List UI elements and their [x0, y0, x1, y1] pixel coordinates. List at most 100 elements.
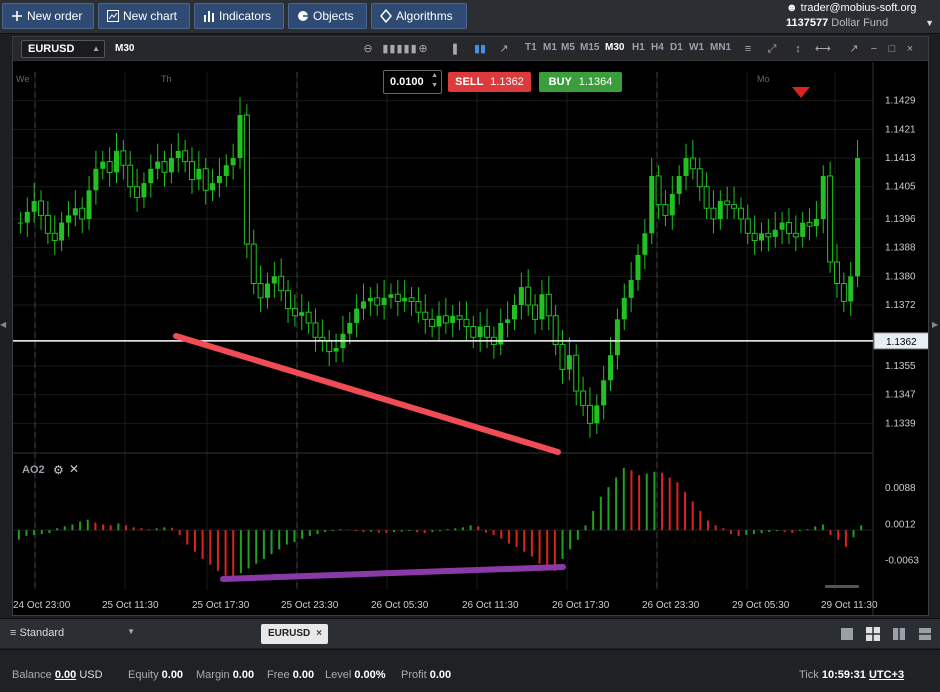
- gear-icon[interactable]: ⚙: [53, 463, 64, 477]
- zoom-out-icon[interactable]: ⊖: [362, 41, 374, 57]
- candle: [381, 279, 387, 320]
- timeframe-m15[interactable]: M15: [580, 42, 599, 53]
- account-info[interactable]: ☻ trader@mobius-soft.org 1137577 Dollar …: [786, 1, 936, 31]
- candle-body-down: [250, 243, 257, 285]
- candle-body-up: [216, 175, 222, 184]
- price-tick-label: 1.1380: [885, 271, 916, 282]
- candle: [148, 154, 154, 198]
- candle: [429, 308, 436, 338]
- close-tab-icon[interactable]: ×: [316, 624, 322, 644]
- left-panel-handle[interactable]: ◀: [0, 320, 8, 334]
- candle-body-up: [168, 158, 174, 173]
- candle: [374, 283, 381, 316]
- candle: [498, 308, 504, 356]
- layout-columns-icon[interactable]: [892, 627, 906, 641]
- volume-input[interactable]: 0.0100 ▲ ▼: [383, 70, 442, 94]
- new-order-label: New order: [27, 9, 83, 23]
- chart-area[interactable]: We Th Mo 1.1362 1.1429 1.1421 1.1413 1.1405 1.13…: [13, 62, 928, 615]
- close-indicator-icon[interactable]: ✕: [69, 462, 79, 476]
- candle: [827, 161, 834, 273]
- time-tick-label: 26 Oct 11:30: [462, 600, 519, 611]
- timeframe-m1[interactable]: M1: [543, 42, 557, 53]
- candle: [621, 283, 627, 331]
- candle-body-up: [271, 276, 277, 284]
- candle-body-up: [155, 161, 161, 169]
- timeframe-t1[interactable]: T1: [525, 42, 537, 53]
- workspace-name: Standard: [19, 627, 65, 639]
- time-tick-label: 25 Oct 17:30: [192, 600, 250, 611]
- margin: Margin 0.00: [196, 669, 254, 681]
- candle: [182, 140, 189, 173]
- candle: [305, 301, 312, 334]
- bar-type-icon[interactable]: ❚: [449, 41, 461, 57]
- candle-body-up: [436, 315, 442, 327]
- candle-body-down: [737, 207, 744, 220]
- symbol-select[interactable]: EURUSD ▲: [21, 40, 105, 58]
- candle-body-up: [361, 301, 367, 309]
- timeframe-h4[interactable]: H4: [651, 42, 664, 53]
- candle-body-down: [484, 326, 491, 338]
- buy-label: BUY: [548, 76, 572, 88]
- candle: [175, 132, 181, 173]
- candle-body-down: [106, 161, 113, 173]
- candle: [806, 208, 813, 241]
- timeframe-m30[interactable]: M30: [605, 42, 624, 53]
- indicators-button[interactable]: Indicators: [194, 3, 284, 29]
- candle-body-down: [134, 186, 141, 198]
- buy-button[interactable]: BUY 1.1364: [539, 72, 622, 92]
- maximize-icon[interactable]: □: [885, 41, 899, 57]
- line-chart-icon[interactable]: ↗: [497, 41, 511, 57]
- candle: [744, 204, 751, 245]
- candle: [608, 337, 614, 392]
- candles-icon[interactable]: ▮▮: [473, 41, 487, 57]
- right-panel-handle[interactable]: ▶: [932, 320, 940, 334]
- candle-body-up: [31, 201, 37, 212]
- new-order-button[interactable]: New order: [2, 3, 94, 29]
- candle: [106, 147, 113, 187]
- candle: [751, 215, 758, 255]
- timeframe-d1[interactable]: D1: [670, 42, 683, 53]
- timezone[interactable]: UTC+3: [869, 669, 904, 681]
- candle: [223, 154, 229, 187]
- objects-button[interactable]: Objects: [288, 3, 367, 29]
- candle-body-up: [676, 175, 682, 194]
- timeframe-mn1[interactable]: MN1: [710, 42, 731, 53]
- draw-line-icon[interactable]: ⤢: [765, 41, 779, 57]
- candle: [642, 218, 648, 270]
- candle-body-down: [470, 326, 477, 338]
- popout-icon[interactable]: ↗: [847, 41, 861, 57]
- candle: [813, 201, 819, 237]
- candle-body-up: [24, 211, 30, 223]
- candle: [38, 190, 45, 230]
- workspace-select[interactable]: ≡ Standard ▼: [10, 627, 135, 639]
- spinner-icon[interactable]: ▲ ▼: [431, 71, 438, 91]
- candle-body-up: [628, 279, 634, 298]
- layout-single-icon[interactable]: [840, 627, 854, 641]
- minimize-icon[interactable]: −: [867, 41, 881, 57]
- new-chart-button[interactable]: New chart: [98, 3, 190, 29]
- top-toolbar: New order New chart Indicators Objects A…: [0, 0, 940, 34]
- crosshair-icon[interactable]: ≡: [741, 41, 755, 57]
- sell-button[interactable]: SELL 1.1362: [448, 72, 531, 92]
- candle: [155, 143, 161, 180]
- timeframe-h1[interactable]: H1: [632, 42, 645, 53]
- candle: [402, 279, 408, 313]
- timeframe-w1[interactable]: W1: [689, 42, 704, 53]
- workspace-bar: ≡ Standard ▼ EURUSD ×: [0, 618, 940, 648]
- zoom-in-icon[interactable]: ⊕: [417, 41, 429, 57]
- candle: [545, 276, 552, 331]
- candle-body-down: [463, 318, 470, 328]
- close-icon[interactable]: ×: [903, 41, 917, 57]
- zoom-slider[interactable]: ▮▮▮▮▮: [378, 41, 422, 57]
- layout-grid-icon[interactable]: [866, 627, 880, 641]
- chevron-down-icon[interactable]: ▼: [925, 16, 934, 31]
- candle: [299, 294, 305, 331]
- tab-eurusd[interactable]: EURUSD ×: [261, 624, 328, 644]
- horizontal-line-icon[interactable]: ⟷: [815, 41, 831, 57]
- candle: [394, 279, 401, 316]
- algorithms-button[interactable]: Algorithms: [371, 3, 467, 29]
- vertical-line-icon[interactable]: ↕: [791, 41, 805, 57]
- layout-rows-icon[interactable]: [918, 627, 932, 641]
- candle-body-down: [751, 232, 758, 241]
- timeframe-m5[interactable]: M5: [561, 42, 575, 53]
